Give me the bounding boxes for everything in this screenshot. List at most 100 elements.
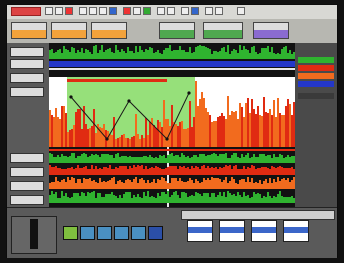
waveform-bar	[143, 169, 145, 175]
waveform-bar	[271, 198, 273, 203]
settings-icon[interactable]	[205, 7, 213, 15]
waveform-bar	[107, 154, 109, 163]
waveform-bar	[73, 193, 75, 203]
rewind-icon[interactable]	[97, 226, 112, 240]
waveform-bar	[155, 157, 157, 163]
stop-icon[interactable]	[80, 226, 95, 240]
waveform-bar	[259, 194, 261, 203]
waveform-bar	[219, 179, 221, 189]
status-value	[204, 30, 242, 38]
video-thumbnail[interactable]	[251, 220, 277, 242]
forward-icon[interactable]	[114, 226, 129, 240]
waveform-bar	[159, 155, 161, 163]
event-marker	[67, 79, 167, 82]
slider-track[interactable]	[30, 219, 38, 249]
marker-icon[interactable]	[123, 7, 131, 15]
open-icon[interactable]	[45, 7, 53, 15]
waveform-bar	[165, 48, 167, 59]
waveform-bar	[251, 178, 253, 189]
minimize-icon[interactable]	[237, 7, 245, 15]
waveform-bar	[61, 180, 63, 189]
waveform-bar	[51, 49, 53, 59]
waveform-bar	[167, 155, 169, 163]
channel-button[interactable]	[10, 73, 44, 83]
legend-red[interactable]	[298, 65, 334, 71]
window-icon[interactable]	[215, 7, 223, 15]
waveform-bar	[83, 193, 85, 203]
waveform-bar	[203, 98, 205, 147]
waveform-bar	[121, 49, 123, 59]
video-thumbnail[interactable]	[219, 220, 245, 242]
waveform-bar	[193, 52, 195, 59]
waveform-bar	[135, 167, 137, 175]
waveform-bar	[153, 125, 155, 147]
zoom-icon[interactable]	[109, 7, 117, 15]
save-icon[interactable]	[55, 7, 63, 15]
waveform-bar	[195, 179, 197, 189]
channel-button[interactable]	[10, 181, 44, 191]
waveform-bar	[85, 166, 87, 175]
waveform-bar	[165, 168, 167, 175]
waveform-bar	[209, 197, 211, 203]
channel-button[interactable]	[10, 167, 44, 177]
waveform-bar	[229, 193, 231, 203]
channel-button[interactable]	[10, 87, 44, 97]
arrow-right-icon[interactable]	[167, 7, 175, 15]
arrow-left-icon[interactable]	[157, 7, 165, 15]
waveform-bar	[143, 192, 145, 203]
signal-plot[interactable]	[49, 43, 295, 207]
waveform-bar	[135, 46, 137, 59]
channel-button[interactable]	[10, 47, 44, 57]
channel-button[interactable]	[10, 195, 44, 205]
record-icon[interactable]	[65, 7, 73, 15]
analyze-icon[interactable]	[143, 7, 151, 15]
play-icon[interactable]	[63, 226, 78, 240]
video-thumbnail[interactable]	[187, 220, 213, 242]
waveform-bar	[277, 177, 279, 189]
print-icon[interactable]	[181, 7, 189, 15]
waveform-bar	[151, 157, 153, 163]
waveform-bar	[253, 166, 255, 175]
waveform-bar	[161, 177, 163, 189]
filter-icon[interactable]	[133, 7, 141, 15]
waveform-bar	[219, 116, 221, 147]
channel-button[interactable]	[10, 153, 44, 163]
waveform-bar	[103, 154, 105, 163]
waveform-bar	[243, 117, 245, 147]
help-icon[interactable]	[191, 7, 199, 15]
waveform-bar	[197, 157, 199, 163]
paste-icon[interactable]	[99, 7, 107, 15]
waveform-bar	[123, 166, 125, 175]
waveform-bar	[169, 126, 171, 147]
signal-display[interactable]	[49, 43, 295, 207]
waveform-bar	[123, 51, 125, 59]
legend-blue[interactable]	[298, 81, 334, 87]
waveform-bar	[253, 183, 255, 189]
settings-button[interactable]	[148, 226, 163, 240]
waveform-bar	[215, 197, 217, 203]
waveform-bar	[121, 198, 123, 203]
legend-green[interactable]	[298, 57, 334, 63]
waveform-bar	[247, 177, 249, 189]
waveform-bar	[95, 182, 97, 189]
waveform-bar	[287, 99, 289, 147]
legend-orange[interactable]	[298, 73, 334, 79]
waveform-bar	[271, 115, 273, 147]
waveform-bar	[193, 168, 195, 175]
waveform-bar	[191, 127, 193, 147]
waveform-bar	[53, 53, 55, 59]
envelope-point	[187, 91, 191, 95]
waveform-bar	[199, 194, 201, 203]
video-thumbnail[interactable]	[283, 220, 309, 242]
waveform-bar	[147, 50, 149, 59]
record-button[interactable]	[131, 226, 146, 240]
waveform-bar	[217, 156, 219, 163]
waveform-bar	[97, 193, 99, 203]
channel-button[interactable]	[10, 59, 44, 69]
copy-icon[interactable]	[89, 7, 97, 15]
cut-icon[interactable]	[79, 7, 87, 15]
waveform-bar	[89, 156, 91, 163]
waveform-bar	[79, 52, 81, 59]
waveform-bar	[193, 155, 195, 163]
waveform-bar	[239, 180, 241, 189]
